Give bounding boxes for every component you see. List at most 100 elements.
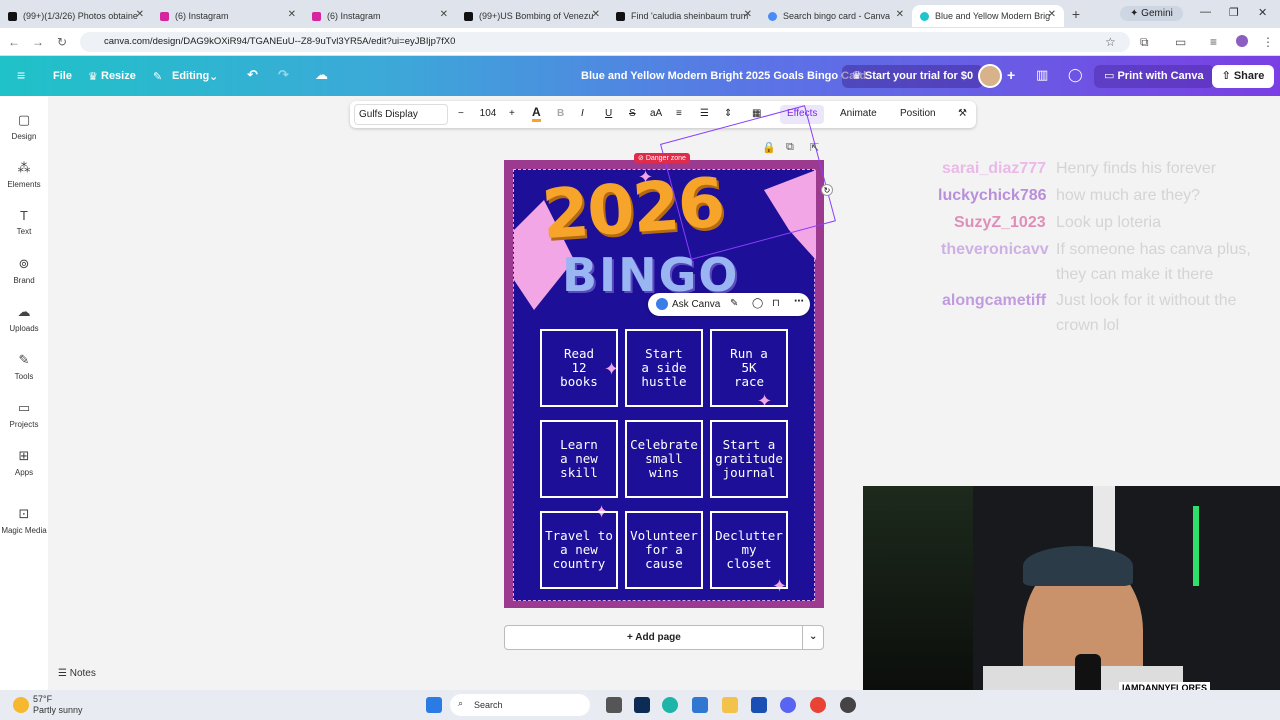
print-with-canva-button[interactable]: ▭ Print with Canva — [1094, 65, 1214, 88]
spacing-icon[interactable]: ⇕ — [724, 108, 732, 119]
comment-add-icon[interactable]: ◯ — [752, 298, 763, 309]
strikethrough-icon[interactable]: S — [629, 108, 636, 119]
minimize-icon[interactable]: — — [1200, 6, 1211, 18]
comment-icon[interactable]: ◯ — [1068, 67, 1083, 83]
bingo-cell[interactable]: Travel to a new country — [540, 511, 618, 589]
browser-tab-active[interactable]: Blue and Yellow Modern Brig ✕ — [912, 5, 1064, 27]
close-icon[interactable]: ✕ — [592, 9, 600, 20]
sidebar-item-text[interactable]: T Text — [0, 208, 48, 236]
avatar[interactable] — [978, 64, 1002, 88]
browser-tab[interactable]: (99+)US Bombing of Venezu ✕ — [456, 5, 608, 27]
bold-icon[interactable]: B — [557, 108, 564, 119]
list-icon[interactable]: ☰ — [700, 108, 709, 119]
browser-tab[interactable]: Find 'caludia sheinbaum trum ✕ — [608, 5, 760, 27]
browser-tab[interactable]: Search bingo card - Canva ✕ — [760, 5, 912, 27]
discord-icon[interactable] — [780, 697, 796, 713]
bingo-cell[interactable]: Start a side hustle — [625, 329, 703, 407]
notes-button[interactable]: ☰ Notes — [58, 668, 96, 679]
ask-canva-button[interactable]: Ask Canva — [672, 299, 720, 310]
sidebar-item-design[interactable]: ▢ Design — [0, 112, 48, 141]
close-icon[interactable]: ✕ — [440, 9, 448, 20]
font-family-select[interactable]: Gulfs Display — [354, 104, 448, 125]
close-icon[interactable]: ✕ — [136, 9, 144, 20]
add-page-button[interactable]: + Add page — [627, 632, 681, 643]
hamburger-menu-icon[interactable]: ≡ — [17, 67, 25, 83]
share-element-icon[interactable]: ⇱ — [810, 141, 819, 154]
sidebar-item-brand[interactable]: ⊚ Brand — [0, 256, 48, 285]
maximize-icon[interactable]: ❐ — [1229, 6, 1239, 19]
text-color-icon[interactable]: A — [532, 105, 541, 122]
cloud-save-icon[interactable]: ☁ — [315, 67, 328, 83]
obs-icon[interactable] — [840, 697, 856, 713]
lock-icon[interactable]: 🔒 — [762, 141, 776, 154]
menu-kebab-icon[interactable]: ⋮ — [1262, 35, 1274, 49]
bingo-cell[interactable]: Start a gratitude journal — [710, 420, 788, 498]
close-icon[interactable]: ✕ — [744, 9, 752, 20]
forward-icon[interactable]: → — [26, 35, 50, 49]
editing-mode-button[interactable]: Editing — [172, 70, 209, 82]
sidebar-item-projects[interactable]: ▭ Projects — [0, 400, 48, 429]
windows-start-icon[interactable] — [426, 697, 442, 713]
url-field[interactable]: canva.com/design/DAG9kOXiR94/TGANEuU--Z8… — [80, 32, 1130, 52]
rotate-handle-icon[interactable]: ↻ — [821, 184, 833, 196]
chevron-down-icon[interactable]: ⌄ — [809, 631, 817, 642]
bingo-cell[interactable]: Read 12 books — [540, 329, 618, 407]
font-size-decrease-button[interactable]: − — [458, 108, 464, 119]
photoshop-icon[interactable] — [634, 697, 650, 713]
browser-tab[interactable]: (6) Instagram ✕ — [304, 5, 456, 27]
chevron-down-icon[interactable]: ⌄ — [209, 70, 218, 83]
resize-button[interactable]: Resize — [101, 70, 136, 82]
font-size-input[interactable]: 104 — [478, 108, 498, 119]
animate-button[interactable]: Animate — [840, 108, 877, 119]
bookmark-star-icon[interactable]: ☆ — [1105, 35, 1116, 49]
tab-search-icon[interactable]: ≡ — [1210, 35, 1217, 49]
gemini-button[interactable]: ✦ Gemini — [1120, 6, 1183, 21]
bingo-cell[interactable]: Volunteer for a cause — [625, 511, 703, 589]
sidebar-item-elements[interactable]: ⁂ Elements — [0, 160, 48, 189]
add-collaborator-icon[interactable]: + — [1007, 67, 1015, 83]
letter-case-icon[interactable]: aA — [650, 108, 662, 119]
taskbar-search[interactable]: ⌕ Search — [450, 694, 590, 716]
start-trial-button[interactable]: ♛ Start your trial for $0 — [842, 65, 984, 88]
font-size-increase-button[interactable]: + — [509, 108, 515, 119]
sidebar-item-uploads[interactable]: ☁ Uploads — [0, 304, 48, 333]
magic-edit-icon[interactable]: ✎ — [730, 298, 738, 309]
file-menu[interactable]: File — [53, 70, 72, 82]
outlook-icon[interactable] — [751, 697, 767, 713]
bingo-cell[interactable]: Run a 5K race — [710, 329, 788, 407]
profile-avatar[interactable] — [1236, 35, 1248, 47]
bingo-cell[interactable]: Celebrate small wins — [625, 420, 703, 498]
document-title[interactable]: Blue and Yellow Modern Bright 2025 Goals… — [581, 70, 866, 82]
reload-icon[interactable]: ↻ — [50, 35, 74, 49]
browser-tab[interactable]: (6) Instagram ✕ — [152, 5, 304, 27]
bingo-cell[interactable]: Declutter my closet — [710, 511, 788, 589]
task-view-icon[interactable] — [606, 697, 622, 713]
sidebar-item-magic-media[interactable]: ⊡ Magic Media — [0, 506, 48, 535]
close-icon[interactable]: ✕ — [896, 9, 904, 20]
share-button[interactable]: ⇧ Share — [1212, 65, 1274, 88]
back-icon[interactable]: ← — [2, 35, 26, 49]
close-window-icon[interactable]: ✕ — [1258, 6, 1267, 19]
cast-icon[interactable]: ▭ — [1175, 35, 1186, 49]
chrome-taskbar-icon[interactable] — [810, 697, 826, 713]
italic-icon[interactable]: I — [581, 108, 584, 119]
lock-element-icon[interactable]: ⊓ — [772, 298, 780, 309]
redo-icon[interactable]: ↷ — [278, 67, 289, 83]
analytics-icon[interactable]: ▥ — [1036, 67, 1048, 83]
extensions-icon[interactable]: ⧉ — [1140, 35, 1149, 50]
new-tab-button[interactable]: + — [1064, 6, 1088, 22]
position-button[interactable]: Position — [900, 108, 936, 119]
paint-format-icon[interactable]: ⚒ — [958, 108, 967, 119]
sidebar-item-apps[interactable]: ⊞ Apps — [0, 448, 48, 477]
sidebar-item-tools[interactable]: ✎ Tools — [0, 352, 48, 381]
edge-icon[interactable] — [662, 697, 678, 713]
file-explorer-icon[interactable] — [722, 697, 738, 713]
duplicate-icon[interactable]: ⧉ — [786, 141, 794, 154]
store-icon[interactable] — [692, 697, 708, 713]
browser-tab[interactable]: (99+)(1/3/26) Photos obtaine ✕ — [0, 5, 152, 27]
undo-icon[interactable]: ↶ — [247, 67, 258, 83]
bingo-cell[interactable]: Learn a new skill — [540, 420, 618, 498]
underline-icon[interactable]: U — [605, 108, 612, 119]
align-icon[interactable]: ≡ — [676, 108, 682, 119]
close-icon[interactable]: ✕ — [1048, 9, 1056, 20]
